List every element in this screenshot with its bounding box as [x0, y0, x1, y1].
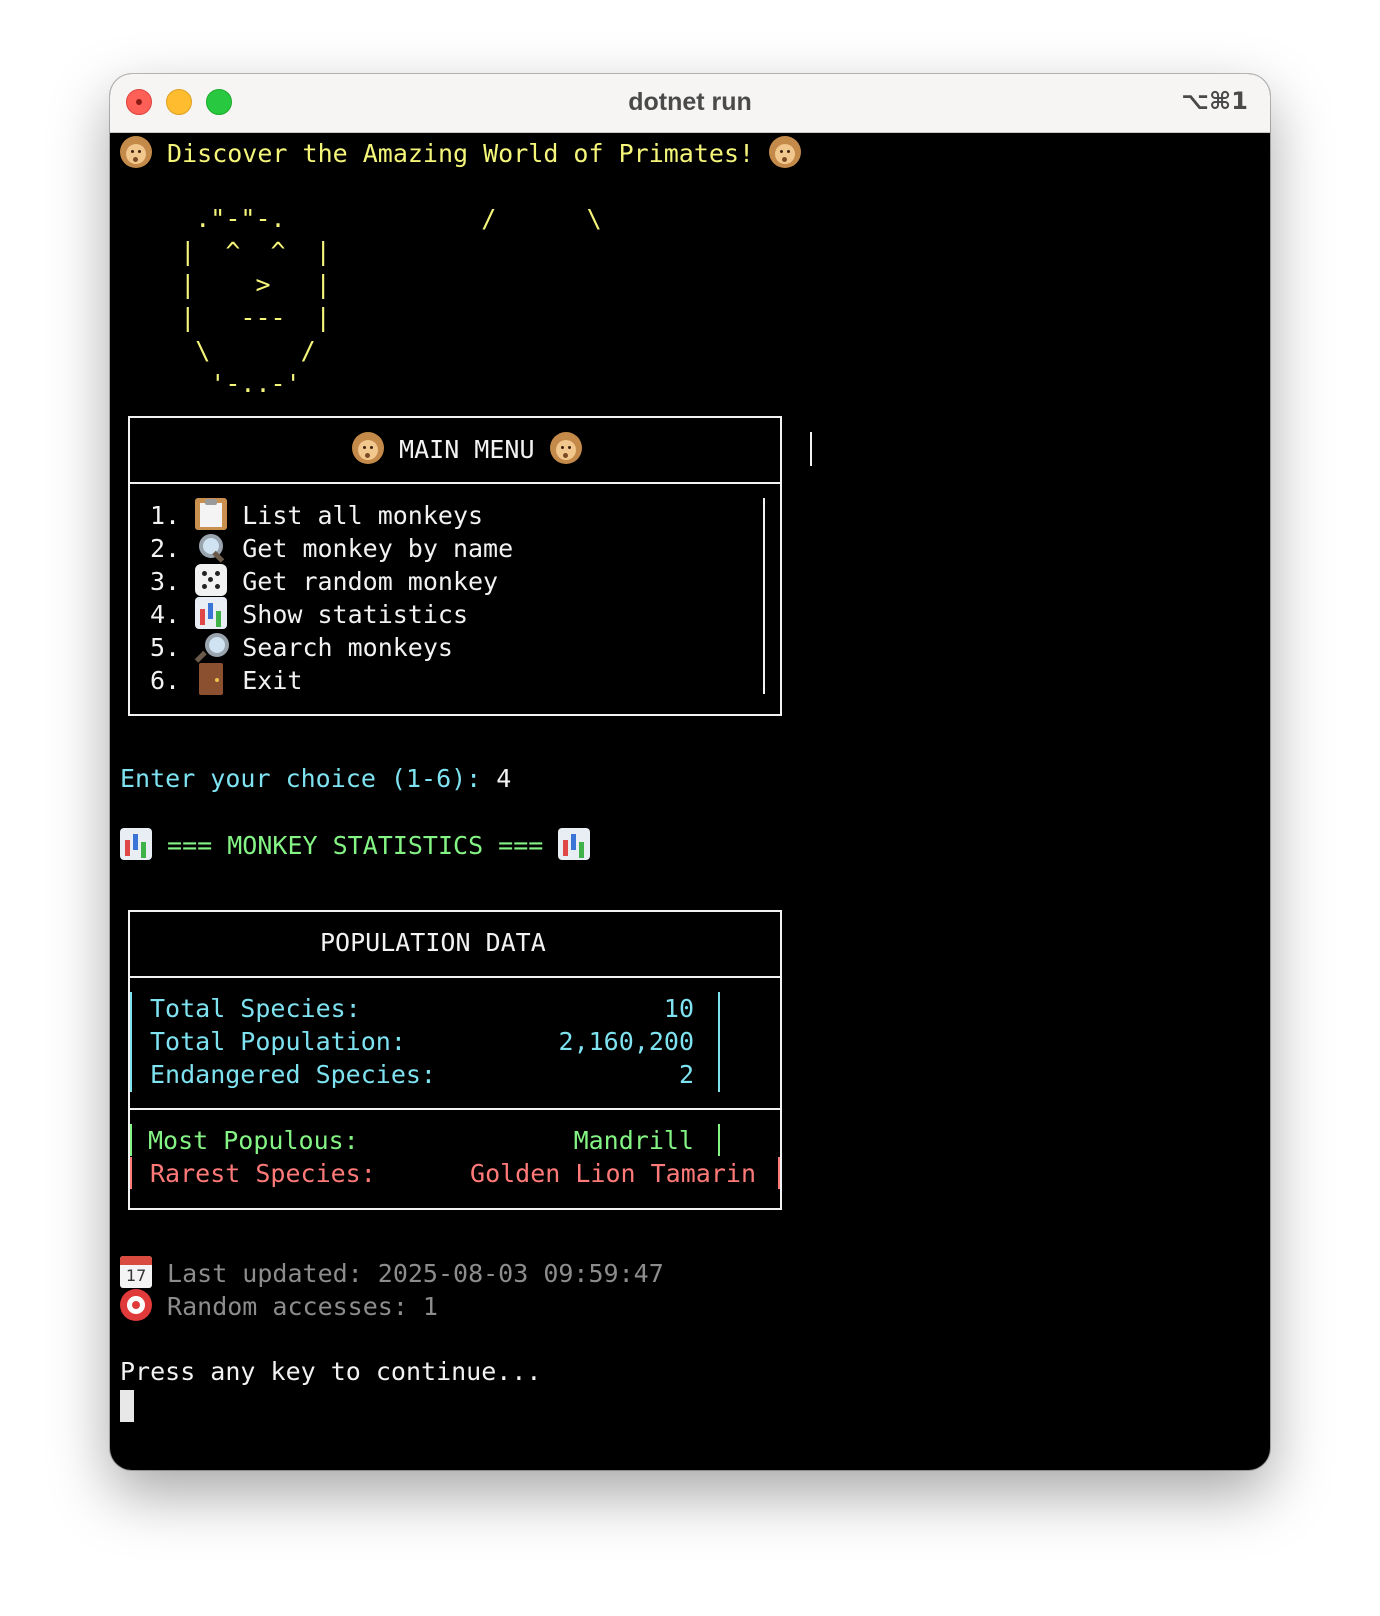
- stray-border: [810, 432, 812, 466]
- endangered-species-value: 2: [678, 1060, 694, 1089]
- calendar-icon: [120, 1256, 152, 1288]
- ascii-art-line: | ^ ^ |: [120, 237, 331, 266]
- target-icon: [120, 1289, 152, 1321]
- main-menu-divider: [128, 482, 782, 484]
- monkey-face-icon: [769, 136, 802, 168]
- door-icon: [199, 663, 224, 695]
- last-updated: Last updated: 2025-08-03 09:59:47: [120, 1256, 664, 1290]
- random-accesses: Random accesses: 1: [120, 1289, 438, 1323]
- population-divider-top: [128, 976, 782, 978]
- magnifier-right-icon: [195, 630, 230, 662]
- bar-chart-icon: [120, 828, 152, 860]
- magnifier-left-icon: [195, 531, 227, 563]
- menu-item-statistics[interactable]: 4. Show statistics: [150, 597, 468, 631]
- population-divider-bottom: [128, 1108, 782, 1110]
- continue-prompt: Press any key to continue...: [120, 1357, 542, 1386]
- total-species-value: 10: [663, 994, 694, 1023]
- text-cursor: [120, 1390, 134, 1422]
- menu-item-get-by-name[interactable]: 2. Get monkey by name: [150, 531, 513, 565]
- window-title: dotnet run: [628, 88, 752, 116]
- ascii-art-line: '-..-': [120, 369, 301, 398]
- statistics-header: === MONKEY STATISTICS ===: [120, 828, 591, 862]
- choice-prompt[interactable]: Enter your choice (1-6): 4: [120, 762, 511, 795]
- ascii-art-line: | > |: [120, 270, 331, 299]
- main-menu-title: MAIN MENU: [352, 432, 582, 466]
- population-title: POPULATION DATA: [320, 928, 546, 957]
- red-border: [130, 1157, 132, 1189]
- menu-item-list-all[interactable]: 1. List all monkeys: [150, 498, 483, 532]
- menu-inner-border: [763, 498, 765, 694]
- menu-item-search[interactable]: 5. Search monkeys: [150, 630, 453, 664]
- most-populous-label: Most Populous:: [148, 1126, 359, 1155]
- monkey-face-icon: [352, 432, 384, 464]
- clipboard-icon: [195, 498, 228, 530]
- terminal-window: dotnet run ⌥⌘1 Discover the Amazing Worl…: [110, 74, 1270, 1470]
- menu-item-random[interactable]: 3. Get random monkey: [150, 564, 498, 598]
- total-species-label: Total Species:: [150, 994, 361, 1023]
- monkey-face-icon: [120, 136, 152, 168]
- cyan-border: [718, 992, 720, 1092]
- banner-text: Discover the Amazing World of Primates!: [152, 139, 770, 168]
- cyan-border: [130, 992, 132, 1092]
- terminal-output[interactable]: Discover the Amazing World of Primates! …: [110, 132, 1270, 1470]
- red-border: [778, 1157, 780, 1189]
- choice-value: 4: [496, 764, 512, 793]
- endangered-species-label: Endangered Species:: [150, 1060, 436, 1089]
- bar-chart-icon: [195, 597, 228, 629]
- rarest-species-value: Golden Lion Tamarin: [470, 1159, 756, 1188]
- banner-line: Discover the Amazing World of Primates!: [120, 136, 802, 170]
- window-shortcut: ⌥⌘1: [1181, 87, 1248, 115]
- ascii-art-line: \ /: [120, 336, 316, 365]
- monkey-face-icon: [549, 432, 582, 464]
- title-bar: dotnet run ⌥⌘1: [110, 74, 1270, 133]
- green-border: [718, 1124, 720, 1156]
- green-border: [130, 1124, 132, 1156]
- dice-icon: [195, 564, 228, 596]
- rarest-species-label: Rarest Species:: [150, 1159, 376, 1188]
- total-population-label: Total Population:: [150, 1027, 406, 1056]
- ascii-art-line: ."-"-. / \: [120, 204, 602, 233]
- most-populous-value: Mandrill: [573, 1126, 694, 1155]
- ascii-art-line: | --- |: [120, 303, 331, 332]
- bar-chart-icon: [558, 828, 591, 860]
- total-population-value: 2,160,200: [558, 1027, 694, 1056]
- menu-item-exit[interactable]: 6. Exit: [150, 663, 302, 697]
